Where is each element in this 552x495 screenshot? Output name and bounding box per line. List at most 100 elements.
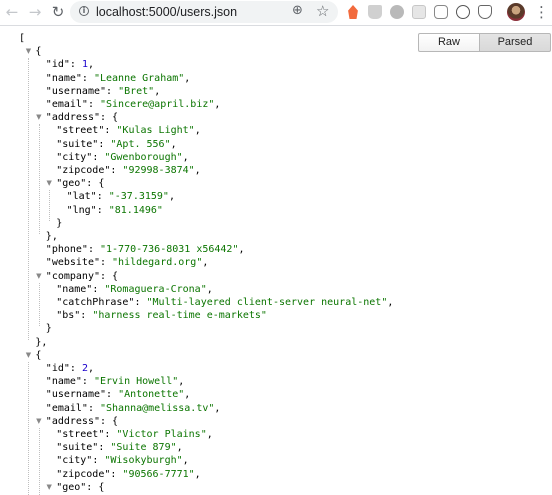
json-line: "street": "Kulas Light", (56, 124, 201, 137)
extension-octocat-icon[interactable] (456, 5, 470, 19)
json-punct: , (168, 191, 175, 203)
json-punct: , (202, 257, 209, 269)
collapse-arrow-icon[interactable]: ▼ (24, 349, 32, 362)
json-key: "bs" (56, 310, 81, 322)
json-line: "lat": "-37.3159", (67, 190, 175, 203)
extension-shield-icon[interactable] (478, 5, 492, 19)
json-punct: : (98, 138, 111, 150)
json-key: "email" (45, 402, 88, 414)
json-line: { (35, 45, 41, 58)
collapse-arrow-icon[interactable]: ▼ (24, 45, 32, 58)
json-viewer: [{▼ "id": 1, "name": "Leanne Graham", "user… (0, 26, 552, 495)
json-key: "name" (56, 283, 93, 295)
json-line: "id": 1, (46, 58, 94, 71)
indent-guide (38, 124, 40, 234)
json-string: "hildegard.org" (112, 257, 203, 269)
json-punct: : { (99, 112, 119, 124)
json-key: "suite" (56, 442, 99, 454)
json-line: "name": "Romaguera-Crona", (56, 283, 213, 296)
json-string: "Bret" (118, 85, 155, 97)
indent-guide (28, 362, 30, 495)
collapse-arrow-icon[interactable]: ▼ (35, 415, 43, 428)
json-punct: : (110, 165, 123, 176)
json-punct: : (106, 85, 119, 97)
indent-guide (38, 282, 40, 327)
info-icon[interactable]: i (79, 6, 89, 16)
json-key: "phone" (45, 244, 88, 256)
json-line: "zipcode": "90566-7771", (56, 468, 201, 481)
json-punct: , (154, 85, 161, 97)
json-line: "geo": { (56, 481, 104, 494)
json-line: "suite": "Suite 879", (56, 441, 182, 454)
json-string: "Victor Plains" (116, 429, 207, 440)
json-key: "city" (56, 455, 93, 467)
json-punct: : (106, 389, 119, 401)
json-punct: , (214, 402, 221, 414)
json-punct: , (238, 244, 245, 256)
json-line: "company": { (46, 270, 118, 283)
profile-avatar[interactable] (507, 3, 525, 21)
json-key: "website" (45, 257, 100, 269)
zoom-icon[interactable]: ⊕ (292, 3, 303, 18)
json-string: "-37.3159" (108, 191, 169, 203)
json-line: "city": "Wisokyburgh", (56, 454, 188, 467)
json-punct: : (104, 429, 117, 440)
browser-toolbar: ← → ↻ i localhost:5000/users.json ⊕ ☆ ⋮ (0, 0, 552, 26)
json-punct: , (182, 455, 189, 467)
json-key: "street" (56, 429, 105, 440)
reload-icon[interactable]: ↻ (48, 2, 68, 22)
forward-icon[interactable]: → (25, 2, 45, 22)
address-bar[interactable]: i localhost:5000/users.json ⊕ ☆ (70, 1, 338, 23)
json-punct: : (134, 297, 147, 308)
json-line: "username": "Bret", (46, 85, 160, 98)
json-line: "address": { (46, 415, 118, 428)
json-punct: { (35, 349, 42, 361)
json-key: "company" (45, 270, 100, 282)
json-punct: , (214, 99, 221, 110)
json-punct: : { (99, 270, 119, 282)
json-string: "Wisokyburgh" (104, 455, 183, 467)
json-line: } (56, 217, 62, 230)
json-line: "phone": "1-770-736-8031 x56442", (46, 243, 245, 256)
json-punct: , (87, 59, 94, 71)
json-line: "city": "Gwenborough", (56, 151, 188, 164)
json-key: "username" (45, 389, 107, 401)
extension-bolt-icon[interactable] (434, 5, 448, 19)
collapse-arrow-icon[interactable]: ▼ (45, 177, 53, 190)
indent-guide (28, 58, 30, 340)
json-string: "Kulas Light" (116, 125, 195, 137)
extension-tomato-icon[interactable] (390, 5, 404, 19)
json-punct: , (206, 283, 213, 295)
json-line: "address": { (46, 111, 118, 124)
json-punct: }, (45, 231, 58, 242)
json-key: "id" (45, 363, 70, 374)
json-punct: : (98, 442, 111, 454)
json-string: "Romaguera-Crona" (104, 283, 207, 295)
json-punct: : (104, 125, 117, 137)
json-punct: : (96, 191, 109, 203)
back-icon[interactable]: ← (2, 2, 22, 22)
extension-flame-icon[interactable] (348, 5, 358, 19)
json-punct: , (184, 389, 191, 401)
json-punct: : (69, 59, 82, 71)
json-line: "email": "Sincere@april.biz", (46, 98, 221, 111)
json-punct: , (87, 363, 94, 374)
menu-icon[interactable]: ⋮ (534, 2, 549, 22)
json-key: "catchPhrase" (56, 297, 135, 308)
json-punct: : (92, 283, 105, 295)
json-key: "suite" (56, 138, 99, 150)
json-line: { (35, 349, 41, 362)
json-line: "email": "Shanna@melissa.tv", (46, 402, 221, 415)
json-line: }, (46, 230, 58, 243)
bookmark-star-icon[interactable]: ☆ (316, 2, 329, 20)
collapse-arrow-icon[interactable]: ▼ (45, 481, 53, 494)
extension-cup-icon[interactable] (368, 5, 382, 19)
collapse-arrow-icon[interactable]: ▼ (35, 111, 43, 124)
url-text[interactable]: localhost:5000/users.json (96, 5, 237, 19)
json-key: "address" (45, 415, 100, 427)
json-line: "zipcode": "92998-3874", (56, 164, 201, 177)
json-punct: : (87, 244, 100, 256)
extension-puzzle-icon[interactable] (412, 5, 426, 19)
indent-guide (38, 428, 40, 495)
collapse-arrow-icon[interactable]: ▼ (35, 270, 43, 283)
